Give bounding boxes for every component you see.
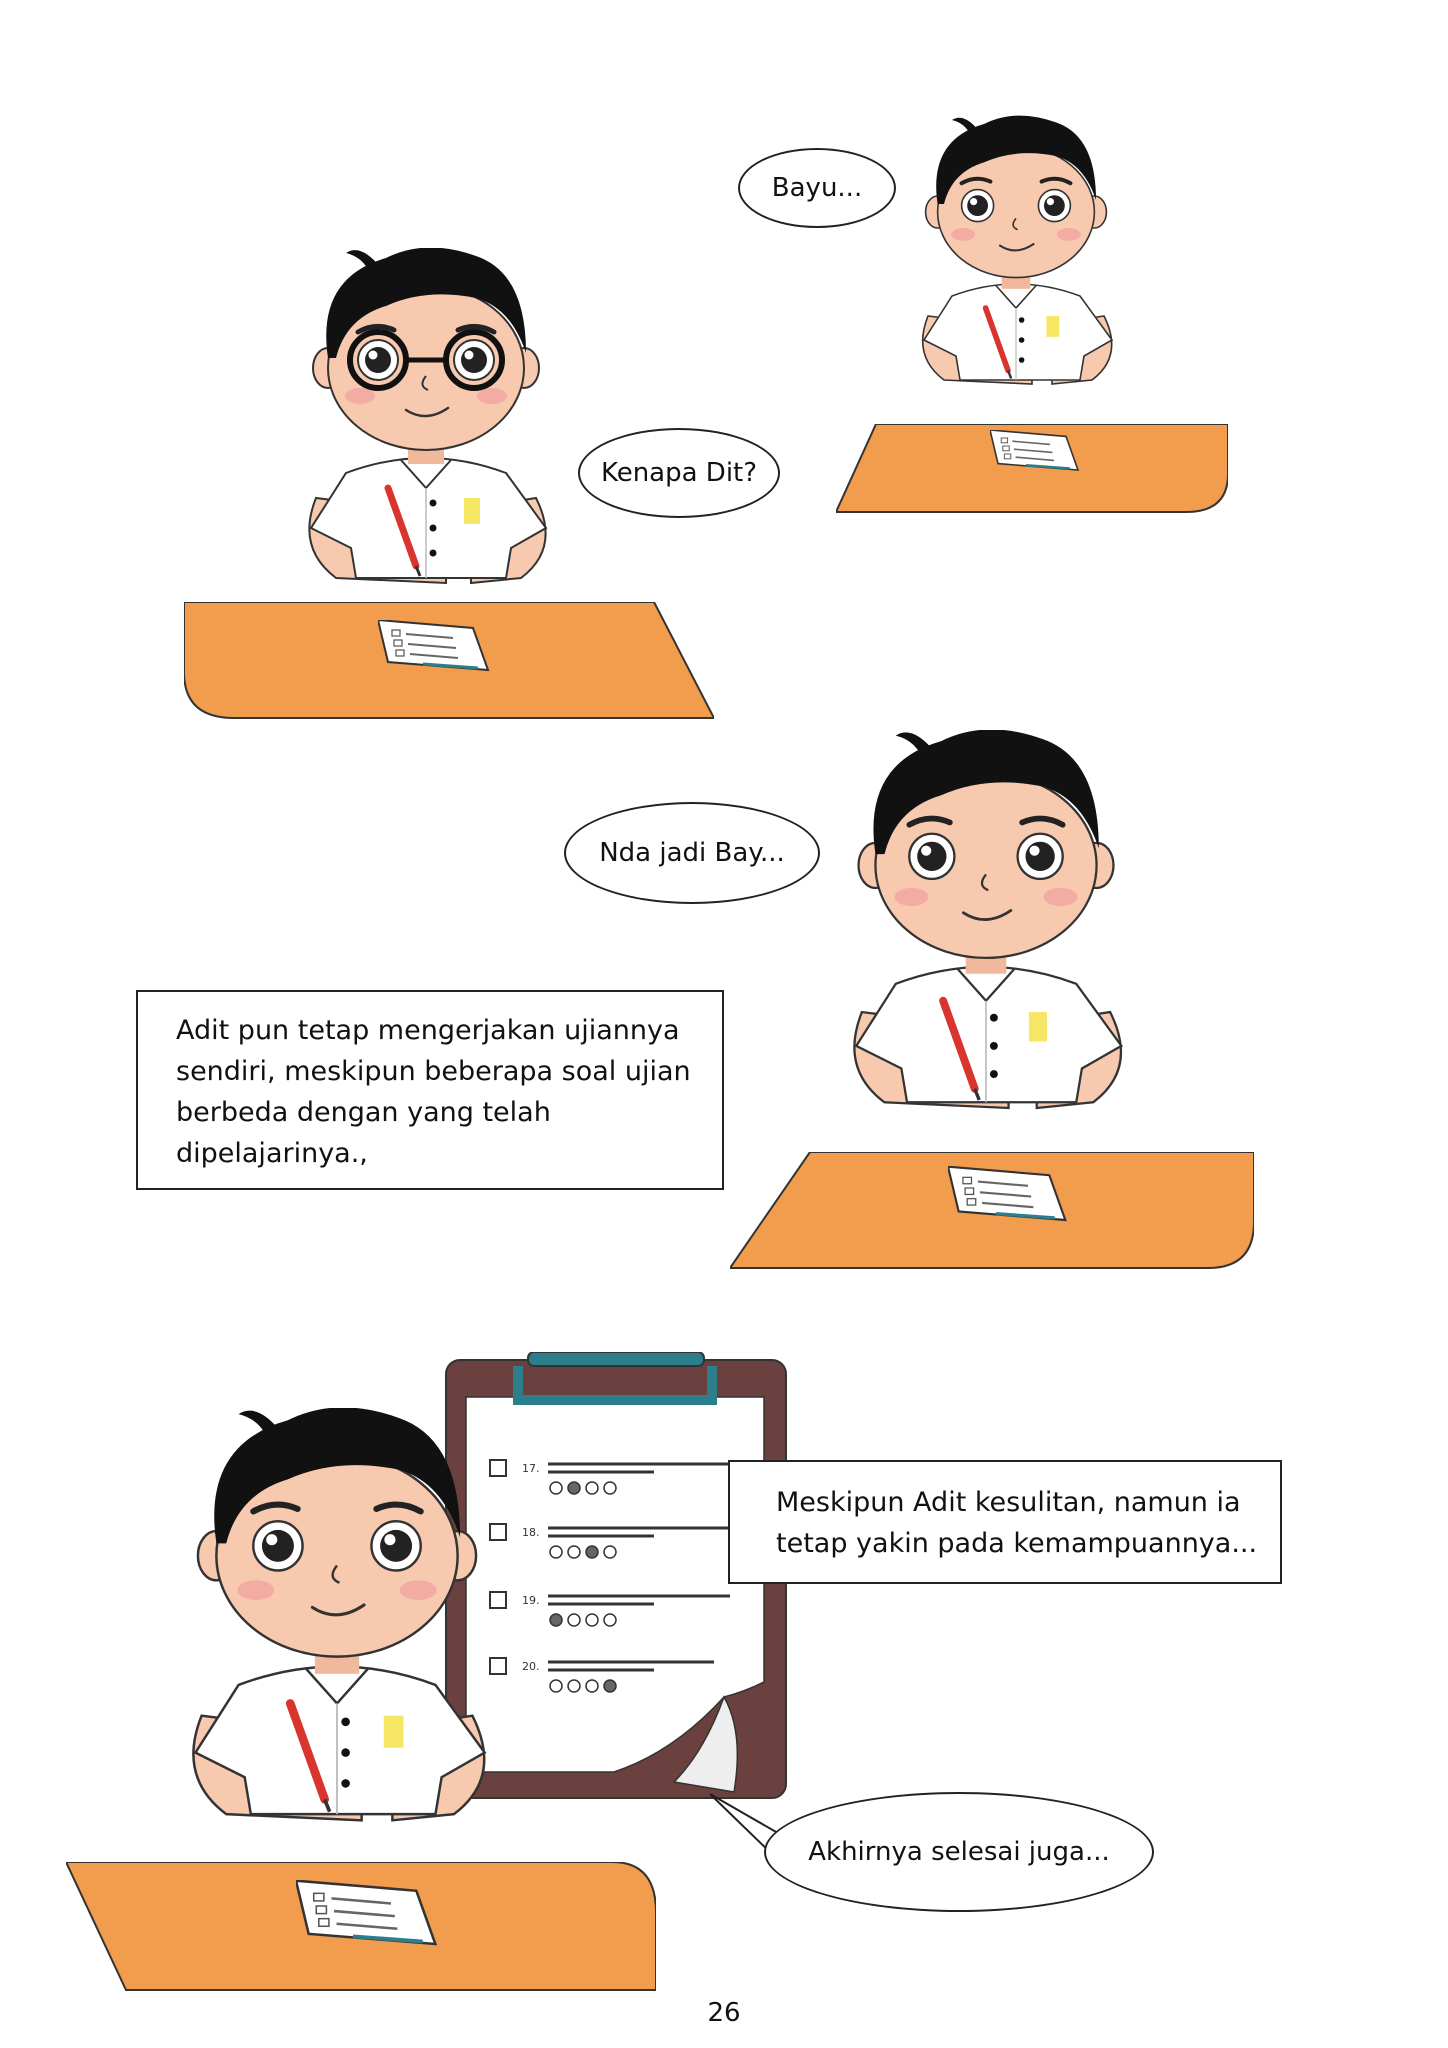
speech-bubble-kenapa-dit: Kenapa Dit? [578,428,780,518]
question-number: 18. [522,1526,540,1539]
question-number: 19. [522,1594,540,1607]
narration-caption-confident: Meskipun Adit kesulitan, namun ia tetap … [728,1460,1282,1584]
caption-line: sendiri, meskipun beberapa soal ujian [176,1056,691,1087]
caption-line: dipelajarinya., [176,1138,368,1169]
bayu-character [896,112,1136,432]
speech-bubble-akhirnya-selesai: Akhirnya selesai juga... [764,1792,1154,1912]
exam-paper [378,620,490,672]
speech-bubble-bayu: Bayu... [738,148,896,228]
caption-line: Adit pun tetap mengerjakan ujiannya [176,1015,680,1046]
adit-character [816,730,1156,1170]
exam-paper [990,430,1080,472]
caption-line: Meskipun Adit kesulitan, namun ia [776,1487,1241,1518]
speech-text: Bayu... [771,173,863,203]
caption-line: berbeda dengan yang telah [176,1097,551,1128]
page-number: 26 [707,1998,741,2028]
speech-text: Kenapa Dit? [600,458,758,488]
speech-bubble-nda-jadi: Nda jadi Bay... [564,802,820,904]
question-number: 17. [522,1462,540,1475]
exam-paper [948,1166,1067,1222]
caption-line: tetap yakin pada kemampuannya... [776,1528,1258,1559]
speech-text: Nda jadi Bay... [599,838,785,868]
question-number: 20. [522,1660,540,1673]
speech-text: Akhirnya selesai juga... [808,1837,1110,1867]
exam-paper [296,1880,438,1946]
adit-with-glasses-character [276,248,576,638]
adit-character-finished [152,1408,522,1888]
narration-caption: Adit pun tetap mengerjakan ujiannya send… [136,990,724,1190]
